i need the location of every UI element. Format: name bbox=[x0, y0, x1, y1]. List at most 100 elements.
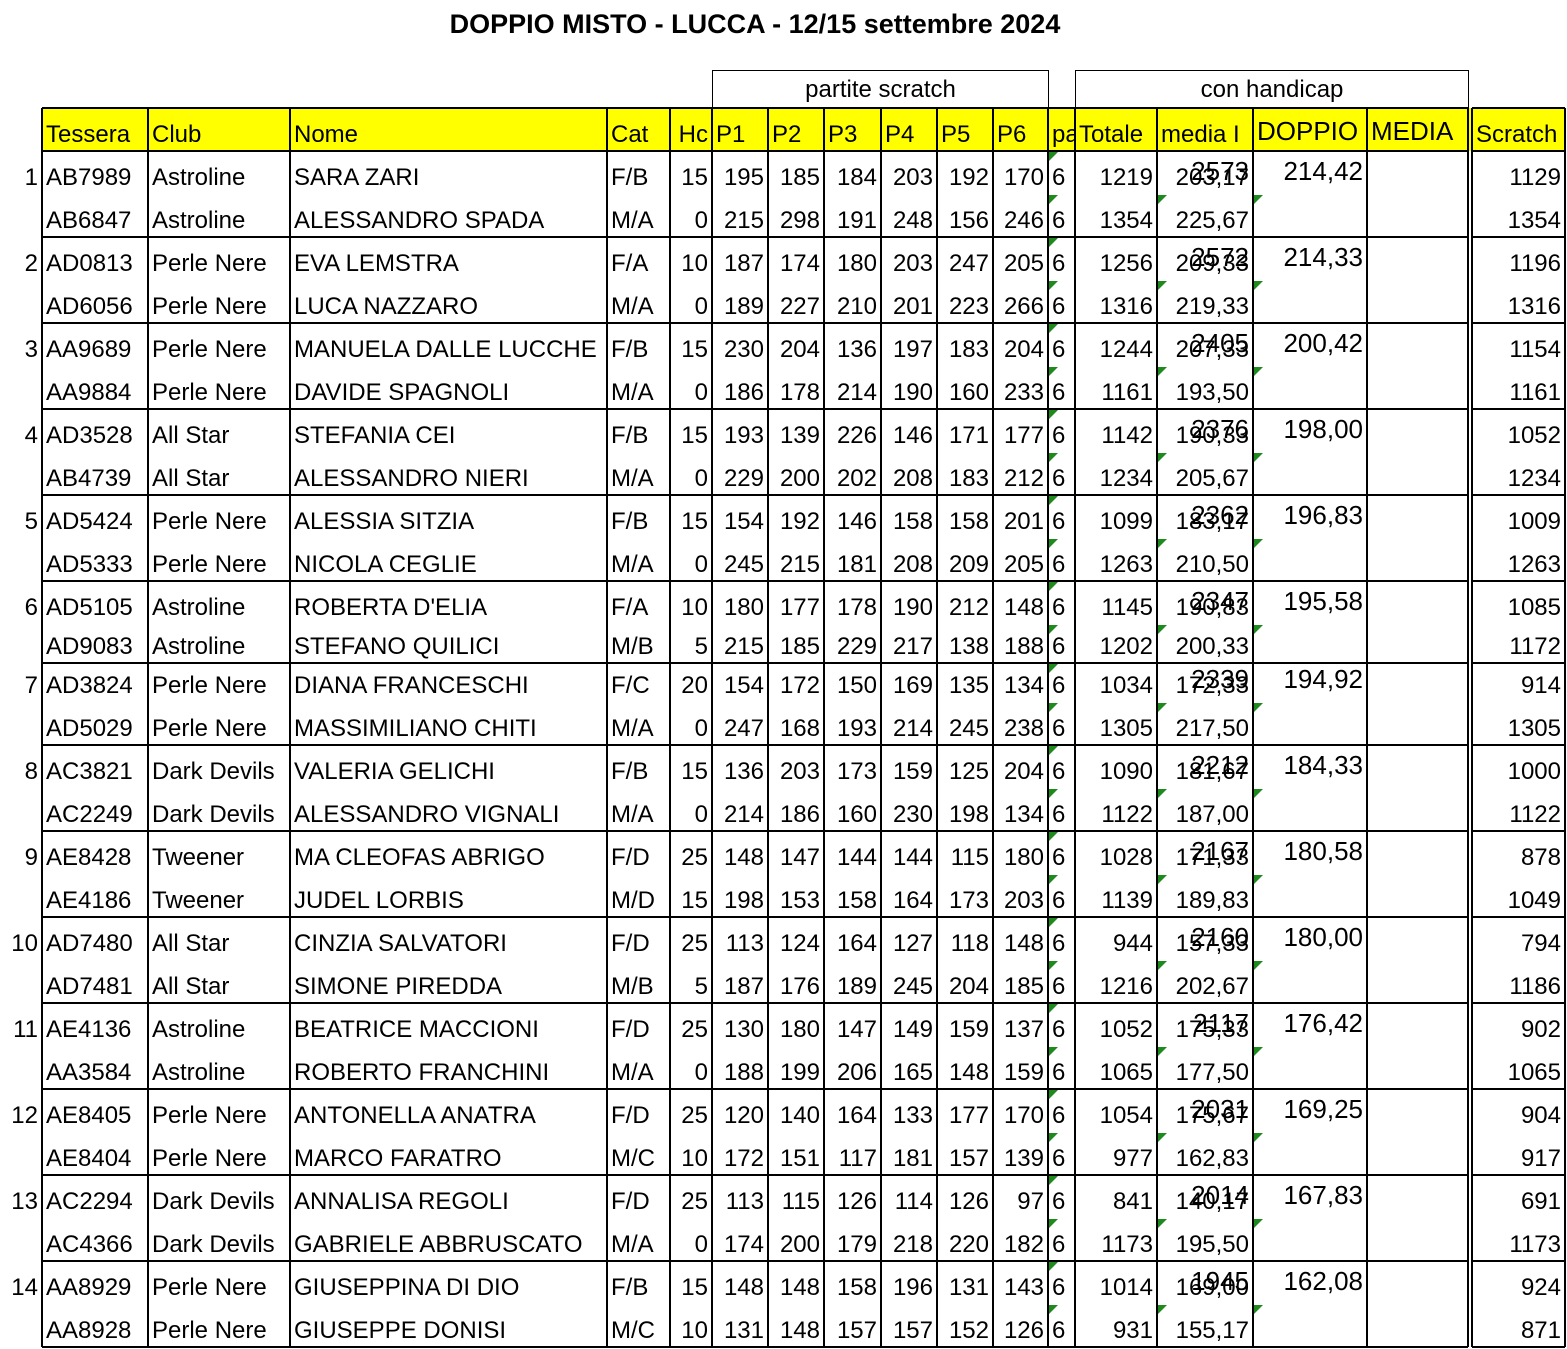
grid-line bbox=[1252, 108, 1254, 1347]
cell-indicator bbox=[1254, 875, 1263, 884]
player-totale: 1054 bbox=[1099, 1102, 1153, 1129]
player-game-score: 148 bbox=[948, 1059, 989, 1086]
player-nome: GIUSEPPE DONISI bbox=[294, 1317, 507, 1344]
player-game-score: 197 bbox=[892, 336, 933, 363]
spreadsheet: DOPPIO MISTO - LUCCA - 12/15 settembre 2… bbox=[0, 0, 1567, 1349]
team-rank: 12 bbox=[11, 1102, 38, 1129]
player-game-score: 212 bbox=[1003, 465, 1044, 492]
player-totale: 1234 bbox=[1099, 465, 1153, 492]
player-scratch: 1122 bbox=[1509, 801, 1561, 828]
player-cat: M/A bbox=[611, 715, 654, 742]
player-game-score: 220 bbox=[948, 1231, 989, 1258]
header-p6: P6 bbox=[993, 108, 1048, 151]
player-game-score: 158 bbox=[948, 508, 989, 535]
player-scratch: 1085 bbox=[1507, 594, 1561, 621]
player-hc: 0 bbox=[694, 379, 708, 406]
player-media: 172,33 bbox=[1175, 672, 1249, 699]
player-game-score: 177 bbox=[779, 594, 820, 621]
player-cat: M/B bbox=[611, 973, 654, 1000]
grid-line bbox=[42, 150, 1468, 152]
player-cat: M/C bbox=[611, 1145, 655, 1172]
player-game-score: 125 bbox=[948, 758, 989, 785]
header-media: MEDIA bbox=[1367, 108, 1468, 151]
team-media: 180,58 bbox=[1283, 836, 1363, 866]
header-tessera: Tessera bbox=[42, 108, 148, 151]
player-game-score: 192 bbox=[779, 508, 820, 535]
player-game-score: 174 bbox=[723, 1231, 764, 1258]
player-scratch: 1173 bbox=[1509, 1231, 1561, 1258]
player-hc: 25 bbox=[681, 1102, 708, 1129]
player-game-score: 165 bbox=[892, 1059, 933, 1086]
player-scratch: 917 bbox=[1520, 1145, 1561, 1172]
team-rank: 6 bbox=[24, 594, 38, 621]
player-game-score: 204 bbox=[1003, 758, 1044, 785]
player-hc: 10 bbox=[681, 1145, 708, 1172]
cell-indicator bbox=[1254, 539, 1263, 548]
cell-indicator bbox=[1158, 1305, 1167, 1314]
player-nome: EVA LEMSTRA bbox=[294, 250, 459, 277]
player-cat: F/D bbox=[611, 1188, 650, 1215]
player-club: Perle Nere bbox=[152, 551, 267, 578]
grid-line bbox=[1472, 494, 1565, 496]
player-nome: MASSIMILIANO CHITI bbox=[294, 715, 537, 742]
grid-line bbox=[289, 108, 291, 1347]
grid-line bbox=[1047, 108, 1049, 1347]
grid-line bbox=[992, 108, 994, 1347]
header-club: Club bbox=[148, 108, 290, 151]
player-cat: M/A bbox=[611, 551, 654, 578]
player-club: Perle Nere bbox=[152, 672, 267, 699]
player-game-score: 183 bbox=[948, 336, 989, 363]
player-hc: 15 bbox=[681, 164, 708, 191]
player-media: 190,33 bbox=[1175, 422, 1249, 449]
cell-indicator bbox=[1158, 625, 1167, 634]
player-game-score: 172 bbox=[723, 1145, 764, 1172]
grid-line bbox=[1472, 916, 1565, 918]
player-game-score: 126 bbox=[1003, 1317, 1044, 1344]
player-nome: DAVIDE SPAGNOLI bbox=[294, 379, 510, 406]
player-game-score: 177 bbox=[948, 1102, 989, 1129]
player-hc: 15 bbox=[681, 508, 708, 535]
player-media: 193,50 bbox=[1175, 379, 1249, 406]
player-nome: STEFANO QUILICI bbox=[294, 633, 500, 660]
player-cat: M/A bbox=[611, 379, 654, 406]
player-totale: 1354 bbox=[1099, 207, 1153, 234]
player-scratch: 1196 bbox=[1509, 250, 1561, 277]
player-tessera: AC3821 bbox=[46, 758, 133, 785]
player-game-score: 214 bbox=[723, 801, 764, 828]
grid-line bbox=[1467, 108, 1469, 1347]
player-game-score: 127 bbox=[892, 930, 933, 957]
cell-indicator bbox=[1049, 832, 1058, 841]
player-cat: F/B bbox=[611, 758, 649, 785]
grid-line bbox=[1472, 662, 1565, 664]
player-game-score: 245 bbox=[948, 715, 989, 742]
team-media: 195,58 bbox=[1283, 586, 1363, 616]
grid-line bbox=[1472, 580, 1565, 582]
cell-indicator bbox=[1254, 281, 1263, 290]
player-game-score: 202 bbox=[836, 465, 877, 492]
grid-line bbox=[1472, 1346, 1565, 1348]
player-hc: 0 bbox=[694, 465, 708, 492]
player-game-score: 164 bbox=[892, 887, 933, 914]
player-game-score: 158 bbox=[836, 887, 877, 914]
player-scratch: 1234 bbox=[1507, 465, 1561, 492]
player-hc: 10 bbox=[681, 594, 708, 621]
player-tessera: AD0813 bbox=[46, 250, 133, 277]
player-hc: 0 bbox=[694, 1231, 708, 1258]
cell-indicator bbox=[1049, 1090, 1058, 1099]
header-hc: Hc bbox=[670, 108, 712, 151]
cell-indicator bbox=[1049, 1047, 1058, 1056]
player-nome: SIMONE PIREDDA bbox=[294, 973, 503, 1000]
player-game-score: 153 bbox=[779, 887, 820, 914]
player-game-score: 248 bbox=[892, 207, 933, 234]
player-cat: M/A bbox=[611, 293, 654, 320]
player-cat: F/D bbox=[611, 1016, 650, 1043]
cell-indicator bbox=[1158, 961, 1167, 970]
player-totale: 1065 bbox=[1099, 1059, 1153, 1086]
player-game-score: 136 bbox=[723, 758, 764, 785]
player-totale: 841 bbox=[1112, 1188, 1153, 1215]
player-game-score: 247 bbox=[948, 250, 989, 277]
player-game-score: 157 bbox=[892, 1317, 933, 1344]
player-game-score: 178 bbox=[779, 379, 820, 406]
player-game-score: 173 bbox=[836, 758, 877, 785]
team-rank: 11 bbox=[13, 1016, 38, 1043]
